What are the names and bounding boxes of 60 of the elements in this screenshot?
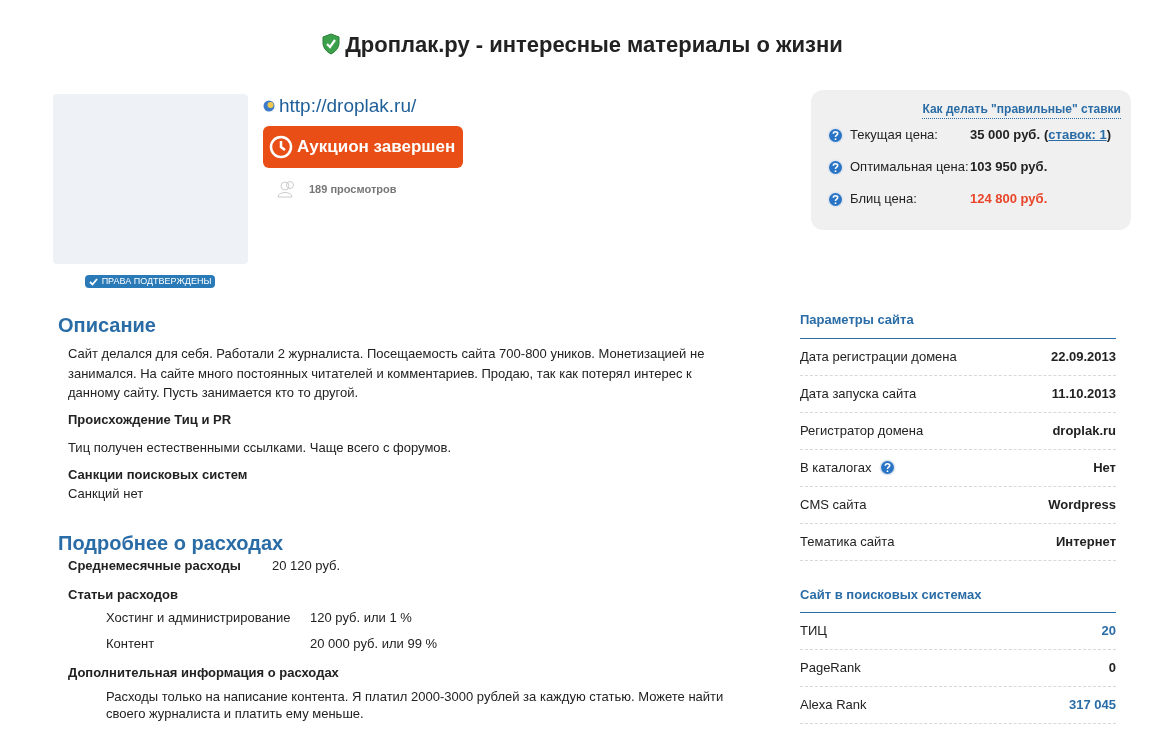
section-heading: Параметры сайта: [800, 310, 1116, 339]
checkmark-icon: [88, 277, 98, 286]
help-icon[interactable]: [827, 190, 844, 208]
subsection-heading: Санкции поисковых систем: [68, 465, 249, 484]
param-label: Тематика сайта: [800, 532, 895, 551]
section-heading: Описание: [58, 313, 157, 338]
param-label: CMS сайта: [800, 495, 867, 514]
param-label: PageRank: [800, 659, 861, 678]
expense-details-text: Расходы только на написание контента. Я платил 2000-3000 рублей за каждую статью. Можете найти своего журналиста и платить ему меньше.: [105, 688, 725, 722]
subsection-heading: Происхождение Тиц и PR: [68, 410, 233, 429]
price-value: 124 800 руб.: [970, 190, 1048, 209]
subsection-text: Тиц получен естественными ссылками. Чаще всего с форумов.: [68, 439, 453, 457]
param-value: 0: [1108, 659, 1116, 678]
param-value: Нет: [1093, 458, 1116, 477]
help-icon[interactable]: [827, 126, 844, 144]
subsection-heading: Статьи расходов: [68, 586, 180, 604]
page-title: Дроплак.ру - интересные материалы о жизни: [345, 30, 843, 59]
subsection-heading: Дополнительная информация о расходах: [68, 663, 340, 682]
help-icon[interactable]: [879, 459, 897, 476]
section-heading: Подробнее о расходах: [58, 530, 285, 552]
paren-open: (: [1044, 126, 1049, 145]
clock-icon: [269, 135, 293, 159]
param-label: В каталогах: [800, 458, 872, 477]
price-label: Текущая цена:: [850, 126, 939, 145]
badge-text: ПРАВА ПОДТВЕРЖДЕНЫ: [101, 274, 212, 288]
param-value: droplak.ru: [1052, 421, 1116, 440]
bids-link[interactable]: ставок: 1: [1048, 125, 1107, 145]
param-label: ТИЦ: [800, 622, 827, 641]
expense-item-value: 20 000 руб. или 99 %: [310, 634, 438, 653]
bidding-help-link[interactable]: Как делать "правильные" ставки: [922, 100, 1121, 119]
price-value: 35 000 руб.: [970, 126, 1040, 145]
section-heading: Сайт в поисковых системах: [800, 584, 1116, 613]
param-value-link[interactable]: 20: [1101, 621, 1116, 641]
help-icon[interactable]: [827, 158, 844, 176]
site-url-link[interactable]: http://droplak.ru/: [279, 91, 417, 121]
param-label: Alexa Rank: [800, 696, 867, 715]
expense-item-value: 120 руб. или 1 %: [310, 608, 412, 627]
users-icon: [277, 180, 297, 198]
price-value: 103 950 руб.: [970, 158, 1048, 177]
subsection-text: Санкций нет: [68, 485, 145, 503]
views-count: 189 просмотров: [309, 181, 397, 197]
expense-label: Среднемесячные расходы: [68, 556, 242, 575]
globe-icon: [263, 100, 275, 112]
price-label: Блиц цена:: [850, 190, 918, 209]
auction-ended-button[interactable]: Аукцион завершен: [263, 126, 463, 168]
param-label: Дата запуска сайта: [800, 384, 917, 403]
param-value: 22.09.2013: [1050, 347, 1116, 366]
param-value: 11.10.2013: [1051, 384, 1116, 403]
description-text: Сайт делался для себя. Работали 2 журналиста. Посещаемость сайта 700-800 уников. Монетизацией не занимался. На сайте много постоянных читателей и комментариев. Продаю, так как потерял интерес к данному сайту. Пусть занимается кто то другой.: [68, 345, 706, 402]
shield-check-icon: [321, 33, 342, 55]
expense-item-name: Контент: [106, 634, 156, 653]
expense-item-name: Хостинг и администрирование: [106, 608, 292, 627]
param-value-link[interactable]: 317 045: [1069, 695, 1116, 715]
price-label: Оптимальная цена:: [850, 158, 970, 177]
param-value: Wordpress: [1048, 495, 1116, 514]
expense-value: 20 120 руб.: [272, 556, 341, 575]
param-label: Регистратор домена: [800, 421, 924, 440]
paren-close: ): [1106, 126, 1111, 145]
param-value: Интернет: [1056, 532, 1116, 551]
param-label: Дата регистрации домена: [800, 347, 957, 366]
